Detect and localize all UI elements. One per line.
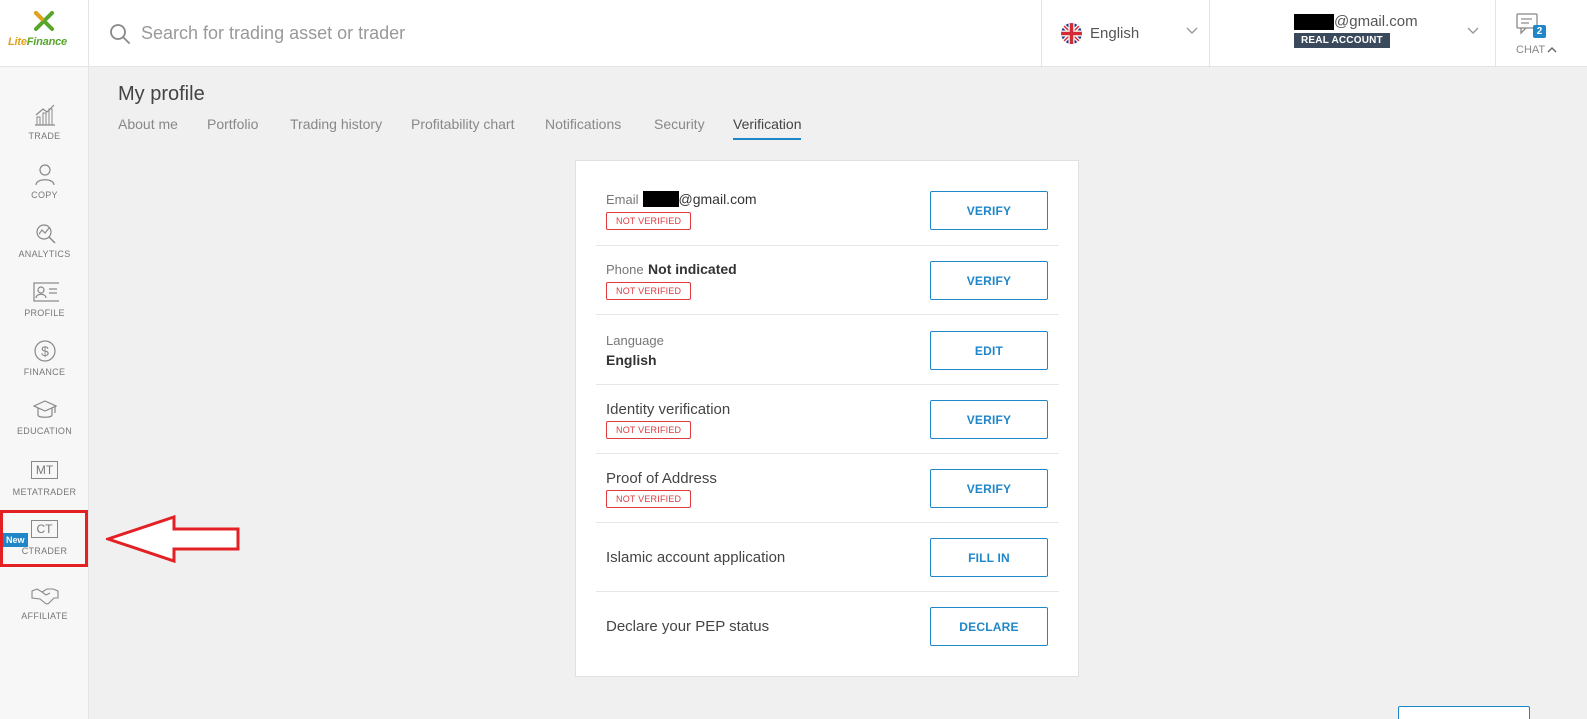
sidebar: TRADE COPY ANALYTICS PROFILE $ FINANCE E… [0,67,89,719]
chevron-down-icon [1186,27,1198,34]
redacted-email [642,191,679,207]
fill-in-button[interactable]: FILL IN [930,538,1048,577]
account-type-badge: REAL ACCOUNT [1294,33,1390,48]
account-selector[interactable]: @gmail.com REAL ACCOUNT [1209,0,1495,67]
sidebar-item-label: EDUCATION [16,426,73,436]
sidebar-item-label: TRADE [28,131,61,141]
edit-language-button[interactable]: EDIT [930,331,1048,370]
email-line: Email @gmail.com [606,191,757,209]
chart-icon [35,104,55,126]
graduation-cap-icon [33,400,57,418]
chevron-up-icon[interactable] [1547,46,1557,53]
language-row-value: English [606,352,657,368]
tab-profitability-chart[interactable]: Profitability chart [411,116,514,138]
person-icon [35,164,55,186]
tab-trading-history[interactable]: Trading history [290,116,382,138]
verify-phone-button[interactable]: VERIFY [930,261,1048,300]
sidebar-item-profile[interactable]: PROFILE [0,280,89,338]
tab-verification[interactable]: Verification [733,116,802,140]
sidebar-item-analytics[interactable]: ANALYTICS [0,221,89,279]
logo-text: LiteFinance [8,36,67,48]
sidebar-item-label: ANALYTICS [18,249,71,259]
email-label: Email [606,192,639,207]
verification-card: Email @gmail.com NOT VERIFIED VERIFY Phon… [575,160,1079,677]
search-icon[interactable] [109,23,131,45]
tab-security[interactable]: Security [654,116,705,138]
islamic-account-label: Islamic account application [606,549,786,566]
not-verified-badge: NOT VERIFIED [606,212,692,230]
chevron-down-icon [1467,27,1479,34]
verification-row-phone: Phone Not indicated NOT VERIFIED VERIFY [596,246,1059,315]
sidebar-item-label: METATRADER [12,487,77,497]
verification-row-language: Language English EDIT [596,316,1059,385]
not-verified-badge: NOT VERIFIED [606,490,692,508]
dollar-icon: $ [34,340,56,362]
page-title: My profile [118,83,205,105]
verification-row-proof-of-address: Proof of Address NOT VERIFIED VERIFY [596,454,1059,523]
verification-row-pep-status: Declare your PEP status DECLARE [596,592,1059,661]
chat-label: CHAT [1516,44,1546,56]
redacted-email [1294,14,1334,30]
logo[interactable]: LiteFinance [0,0,89,67]
verify-email-button[interactable]: VERIFY [930,191,1048,230]
tab-portfolio[interactable]: Portfolio [207,116,258,138]
sidebar-item-label: COPY [31,190,58,200]
logo-mark-icon [34,11,54,31]
not-verified-badge: NOT VERIFIED [606,282,692,300]
verify-address-button[interactable]: VERIFY [930,469,1048,508]
sidebar-item-label: PROFILE [24,308,65,318]
proof-of-address-label: Proof of Address [606,470,717,487]
svg-text:$: $ [41,343,49,359]
id-card-icon [33,282,59,302]
phone-line: Phone Not indicated [606,261,737,279]
metatrader-icon: MT [31,461,58,479]
sidebar-item-metatrader[interactable]: MT METATRADER [0,459,89,517]
chat-count-badge: 2 [1533,25,1546,38]
sidebar-item-education[interactable]: EDUCATION [0,398,89,456]
phone-label: Phone [606,262,644,277]
language-row-label: Language [606,333,664,348]
handshake-icon [31,588,59,605]
identity-label: Identity verification [606,401,731,418]
tab-notifications[interactable]: Notifications [545,116,621,138]
ctrader-highlight-box [0,510,88,567]
verify-identity-button[interactable]: VERIFY [930,400,1048,439]
sidebar-item-copy[interactable]: COPY [0,162,89,220]
phone-value: Not indicated [648,261,737,277]
pep-status-label: Declare your PEP status [606,618,770,635]
language-label: English [1090,25,1140,42]
language-selector[interactable]: English [1041,0,1209,67]
tab-about-me[interactable]: About me [118,116,178,138]
account-email: @gmail.com [1334,13,1418,30]
verification-row-identity: Identity verification NOT VERIFIED VERIF… [596,385,1059,454]
analytics-icon [36,224,56,244]
verification-row-islamic-account: Islamic account application FILL IN [596,523,1059,592]
search-input[interactable] [141,18,1001,48]
red-arrow-annotation [106,515,240,564]
top-bar: LiteFinance English @gmail.com REAL ACCO… [0,0,1587,67]
email-value: @gmail.com [678,191,757,207]
not-verified-badge: NOT VERIFIED [606,421,692,439]
declare-button[interactable]: DECLARE [930,607,1048,646]
partial-button[interactable] [1398,706,1530,719]
sidebar-item-label: FINANCE [23,367,66,377]
search-bar [89,0,1041,67]
sidebar-item-label: AFFILIATE [21,611,68,621]
sidebar-item-trade[interactable]: TRADE [0,103,89,161]
verification-row-email: Email @gmail.com NOT VERIFIED VERIFY [596,177,1059,246]
sidebar-item-affiliate[interactable]: AFFILIATE [0,583,89,641]
uk-flag-icon [1061,23,1082,44]
chat-button[interactable]: 2 CHAT [1495,0,1587,67]
sidebar-item-finance[interactable]: $ FINANCE [0,339,89,397]
